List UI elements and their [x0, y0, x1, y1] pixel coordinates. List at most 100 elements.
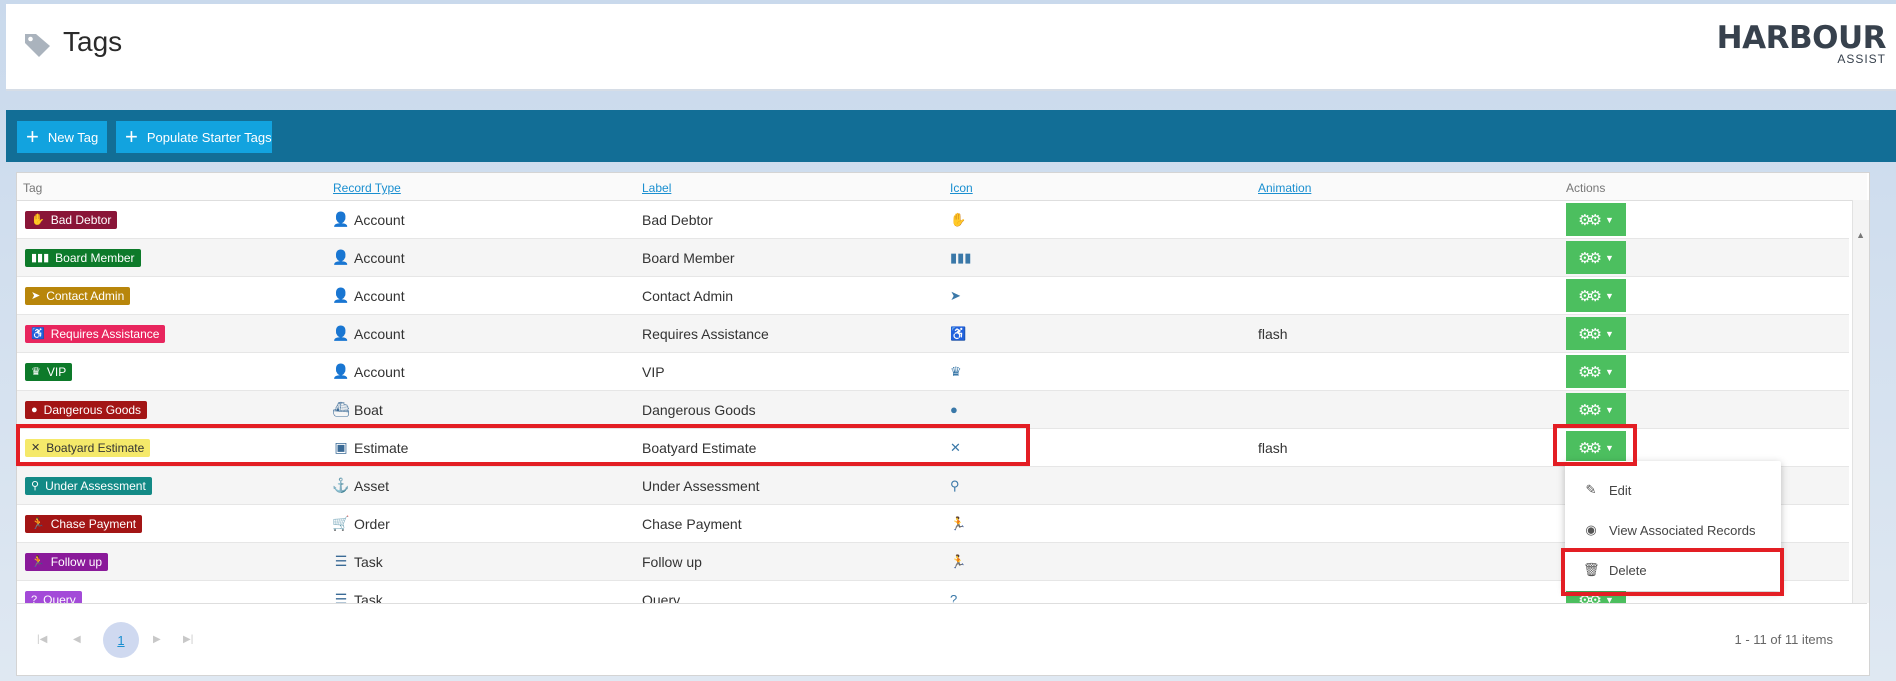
boat-icon: ⛴ [332, 401, 350, 417]
record-type: Account [354, 325, 405, 342]
row-actions-button[interactable]: ⚙⚙ ▼ [1566, 431, 1626, 464]
actions-dropdown-menu: ✎ Edit ◉ View Associated Records 🗑 Delet… [1565, 461, 1781, 591]
row-actions-button[interactable]: ⚙⚙ ▼ [1566, 203, 1626, 236]
toolbar: + New Tag + Populate Starter Tags [6, 110, 1896, 162]
label-cell: Board Member [642, 249, 735, 266]
label-cell: Chase Payment [642, 515, 742, 532]
runner-icon: 🏃 [31, 518, 45, 530]
caret-down-icon: ▼ [1604, 290, 1614, 301]
plus-icon: + [26, 124, 39, 149]
tag-badge: ▮▮▮ Board Member [25, 248, 141, 267]
icon-cell: ✕ [950, 429, 961, 466]
record-type-cell: ⚓ Asset [332, 467, 389, 504]
col-label[interactable]: Label [642, 181, 671, 195]
icon-cell: 🏃 [950, 505, 966, 542]
menu-item-view-associated-records[interactable]: ◉ View Associated Records [1565, 515, 1781, 545]
anchor-icon: ⚓ [332, 477, 350, 493]
vertical-scrollbar[interactable]: ▲ ▼ [1852, 200, 1869, 630]
tag-badge: ♛ VIP [25, 362, 73, 381]
tag-cell: 🏃 Chase Payment [25, 505, 143, 542]
row-actions-button[interactable]: ⚙⚙ ▼ [1566, 393, 1626, 426]
user-icon: 👤 [332, 363, 350, 379]
tag-cell: ⚲ Under Assessment [25, 467, 152, 504]
group-icon: ▮▮▮ [31, 252, 50, 264]
menu-item-edit[interactable]: ✎ Edit [1565, 475, 1781, 505]
bomb-icon: ● [31, 403, 38, 416]
actions-cell: ⚙⚙ ▼ [1566, 201, 1626, 238]
next-page-icon[interactable]: ▶ [153, 634, 161, 645]
label-cell: Requires Assistance [642, 325, 769, 342]
tools-icon: ✕ [31, 442, 41, 454]
label-cell: Contact Admin [642, 287, 734, 304]
record-type-cell: 👤 Account [332, 277, 404, 314]
cart-icon: 🛒 [332, 515, 350, 531]
record-type-cell: ⛴ Boat [332, 391, 383, 428]
table-row[interactable]: ♛ VIP 👤 Account VIP ♛ ⚙⚙ ▼ [17, 353, 1849, 391]
plus-icon: + [125, 124, 138, 149]
actions-cell: ⚙⚙ ▼ [1566, 277, 1626, 314]
col-record-type[interactable]: Record Type [333, 181, 401, 195]
col-actions: Actions [1566, 181, 1606, 195]
group-icon: ▮▮▮ [950, 249, 972, 265]
record-type-cell: 👤 Account [332, 239, 405, 276]
table-row[interactable]: ✋ Bad Debtor 👤 Account Bad Debtor ✋ ⚙⚙ ▼ [17, 201, 1849, 239]
row-actions-button[interactable]: ⚙⚙ ▼ [1566, 355, 1626, 388]
tag-badge: 🏃 Follow up [25, 552, 109, 571]
record-type-cell: 🛒 Order [332, 505, 390, 542]
new-tag-button[interactable]: + New Tag [17, 121, 107, 153]
last-page-icon[interactable]: ▶| [183, 634, 193, 645]
user-icon: 👤 [332, 287, 350, 303]
prev-page-icon[interactable]: ◀ [73, 634, 81, 645]
col-animation[interactable]: Animation [1258, 181, 1311, 195]
user-icon: 👤 [332, 325, 350, 341]
label-cell: Follow up [642, 553, 702, 570]
menu-item-delete[interactable]: 🗑 Delete [1565, 555, 1781, 585]
populate-starter-tags-button[interactable]: + Populate Starter Tags [116, 121, 272, 153]
record-type: Account [354, 249, 405, 266]
row-actions-button[interactable]: ⚙⚙ ▼ [1566, 317, 1626, 350]
col-icon[interactable]: Icon [950, 181, 973, 195]
menu-item-view-label: View Associated Records [1609, 522, 1756, 538]
hand-coin-icon: ✋ [31, 214, 45, 226]
runner-icon: 🏃 [31, 556, 45, 568]
crown-icon: ♛ [31, 366, 41, 378]
new-tag-label: New Tag [47, 129, 99, 145]
page-title: Tags [63, 26, 123, 57]
tag-name: Board Member [55, 250, 135, 265]
tag-name: Chase Payment [50, 516, 137, 531]
actions-cell: ⚙⚙ ▼ [1566, 315, 1626, 352]
page-button-1[interactable]: 1 [103, 622, 139, 658]
icon-cell: ♿ [950, 315, 966, 352]
row-actions-button[interactable]: ⚙⚙ ▼ [1566, 241, 1626, 274]
eye-icon: ◉ [1585, 522, 1597, 537]
label-cell: VIP [642, 363, 665, 380]
runner-icon: 🏃 [950, 515, 967, 531]
first-page-icon[interactable]: |◀ [37, 634, 47, 645]
tag-name: Under Assessment [45, 478, 146, 493]
tag-badge: ● Dangerous Goods [25, 400, 148, 419]
gears-icon: ⚙⚙ [1578, 325, 1602, 343]
tag-cell: ✕ Boatyard Estimate [25, 429, 151, 466]
pager: |◀ ◀ 1 ▶ ▶| 1 - 11 of 11 items [17, 603, 1867, 675]
tag-badge: 🏃 Chase Payment [25, 514, 143, 533]
scroll-up-icon[interactable]: ▲ [1856, 230, 1865, 240]
tag-cell: ➤ Contact Admin [25, 277, 131, 314]
task-list-icon: ☰ [334, 553, 348, 569]
table-row[interactable]: ➤ Contact Admin 👤 Account Contact Admin … [17, 277, 1849, 315]
tag-badge: ♿ Requires Assistance [25, 324, 166, 343]
runner-icon: 🏃 [950, 553, 967, 569]
table-row[interactable]: ▮▮▮ Board Member 👤 Account Board Member … [17, 239, 1849, 277]
actions-cell: ⚙⚙ ▼ [1566, 239, 1626, 276]
caret-down-icon: ▼ [1604, 442, 1614, 453]
edit-icon: ✎ [1585, 482, 1597, 497]
row-actions-button[interactable]: ⚙⚙ ▼ [1566, 279, 1626, 312]
col-tag: Tag [23, 181, 43, 195]
icon-cell: ♛ [950, 353, 962, 390]
tag-cell: ✋ Bad Debtor [25, 201, 118, 238]
tools-icon: ✕ [950, 439, 961, 455]
record-type-cell: ☰ Task [334, 543, 383, 580]
table-row[interactable]: ● Dangerous Goods ⛴ Boat Dangerous Goods… [17, 391, 1849, 429]
record-type-cell: 👤 Account [332, 315, 405, 352]
record-type-cell: 👤 Account [332, 201, 404, 238]
table-row[interactable]: ♿ Requires Assistance 👤 Account Requires… [17, 315, 1849, 353]
